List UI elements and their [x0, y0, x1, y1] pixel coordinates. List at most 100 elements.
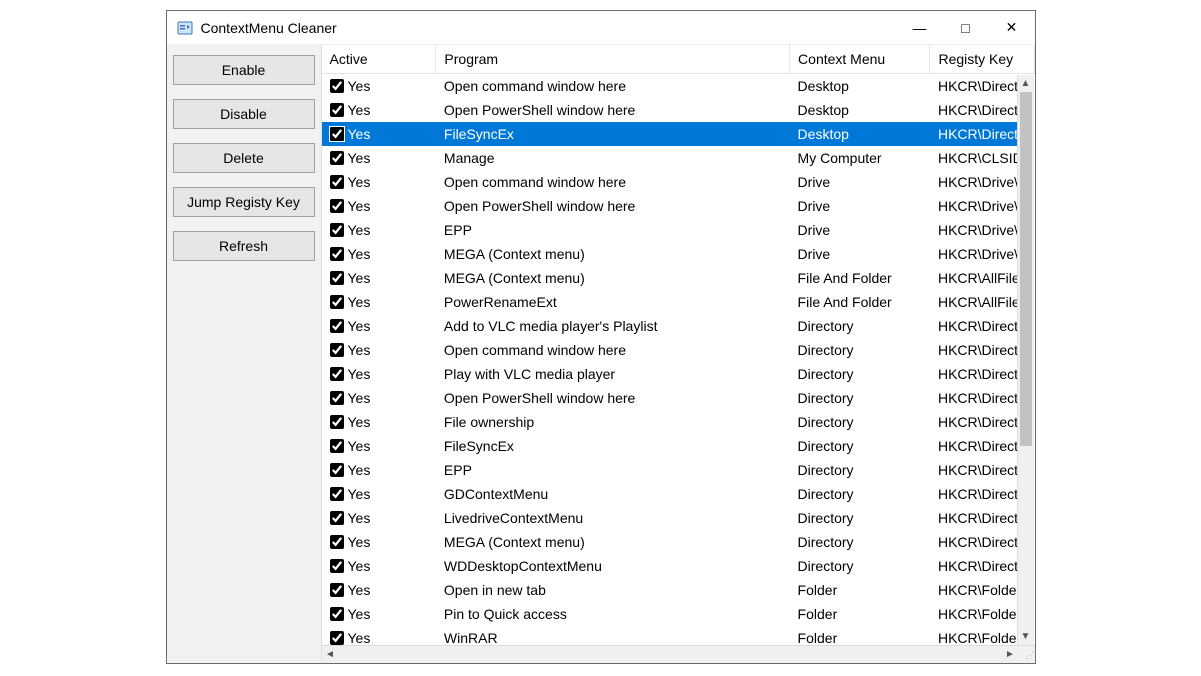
table-row[interactable]: YesOpen in new tabFolderHKCR\Folder [322, 578, 1035, 602]
cell-program: LivedriveContextMenu [436, 506, 790, 530]
table-row[interactable]: YesMEGA (Context menu)File And FolderHKC… [322, 266, 1035, 290]
table-row[interactable]: YesPowerRenameExtFile And FolderHKCR\All… [322, 290, 1035, 314]
table-row[interactable]: YesOpen command window hereDriveHKCR\Dri… [322, 170, 1035, 194]
cell-context: File And Folder [790, 266, 930, 290]
table-row[interactable]: YesLivedriveContextMenuDirectoryHKCR\Dir… [322, 506, 1035, 530]
active-value: Yes [348, 99, 371, 121]
cell-program: Manage [436, 146, 790, 170]
delete-button[interactable]: Delete [173, 143, 315, 173]
row-checkbox[interactable] [330, 127, 344, 141]
row-checkbox[interactable] [330, 367, 344, 381]
cell-program: FileSyncEx [436, 122, 790, 146]
table-row[interactable]: YesEPPDirectoryHKCR\Directo [322, 458, 1035, 482]
row-checkbox[interactable] [330, 343, 344, 357]
minimize-button[interactable]: — [897, 11, 943, 45]
row-checkbox[interactable] [330, 583, 344, 597]
row-checkbox[interactable] [330, 79, 344, 93]
row-checkbox[interactable] [330, 319, 344, 333]
enable-button[interactable]: Enable [173, 55, 315, 85]
table-row[interactable]: YesAdd to VLC media player's PlaylistDir… [322, 314, 1035, 338]
titlebar[interactable]: ContextMenu Cleaner — □ ✕ [167, 11, 1035, 45]
disable-button[interactable]: Disable [173, 99, 315, 129]
cell-active: Yes [322, 458, 436, 482]
cell-program: WDDesktopContextMenu [436, 554, 790, 578]
scroll-left-icon[interactable]: ◄ [322, 646, 339, 663]
row-checkbox[interactable] [330, 487, 344, 501]
column-header-active[interactable]: Active [322, 45, 436, 74]
table-row[interactable]: YesOpen command window hereDesktopHKCR\D… [322, 74, 1035, 99]
cell-program: Open in new tab [436, 578, 790, 602]
cell-program: Play with VLC media player [436, 362, 790, 386]
row-checkbox[interactable] [330, 559, 344, 573]
cell-program: Add to VLC media player's Playlist [436, 314, 790, 338]
close-button[interactable]: ✕ [989, 11, 1035, 45]
table-row[interactable]: YesPlay with VLC media playerDirectoryHK… [322, 362, 1035, 386]
cell-program: FileSyncEx [436, 434, 790, 458]
refresh-button[interactable]: Refresh [173, 231, 315, 261]
horizontal-scrollbar[interactable]: ◄ ► ⋰ [322, 645, 1035, 663]
active-value: Yes [348, 603, 371, 625]
table-row[interactable]: Yes FileSyncExDesktopHKCR\Directo [322, 122, 1035, 146]
row-checkbox[interactable] [330, 439, 344, 453]
cell-active: Yes [322, 122, 436, 146]
row-checkbox[interactable] [330, 463, 344, 477]
column-header-program[interactable]: Program [436, 45, 790, 74]
cell-active: Yes [322, 314, 436, 338]
cell-context: Desktop [790, 122, 930, 146]
cell-program: EPP [436, 218, 790, 242]
cell-active: Yes [322, 554, 436, 578]
cell-context: Desktop [790, 74, 930, 99]
row-checkbox[interactable] [330, 103, 344, 117]
row-checkbox[interactable] [330, 271, 344, 285]
table-row[interactable]: YesEPPDriveHKCR\Drive\ [322, 218, 1035, 242]
table-row[interactable]: YesGDContextMenuDirectoryHKCR\Directo [322, 482, 1035, 506]
table-row[interactable]: YesMEGA (Context menu)DriveHKCR\Drive\ [322, 242, 1035, 266]
table-row[interactable]: YesPin to Quick accessFolderHKCR\Folder [322, 602, 1035, 626]
active-value: Yes [348, 339, 371, 361]
scroll-right-icon[interactable]: ► [1002, 646, 1019, 663]
cell-program: Pin to Quick access [436, 602, 790, 626]
row-checkbox[interactable] [330, 535, 344, 549]
column-header-context[interactable]: Context Menu [790, 45, 930, 74]
table-row[interactable]: YesOpen PowerShell window hereDesktopHKC… [322, 98, 1035, 122]
cell-active: Yes [322, 266, 436, 290]
table-row[interactable]: Yes FileSyncExDirectoryHKCR\Directo [322, 434, 1035, 458]
active-value: Yes [348, 75, 371, 97]
table-row[interactable]: YesManageMy ComputerHKCR\CLSID [322, 146, 1035, 170]
row-checkbox[interactable] [330, 247, 344, 261]
cell-program: MEGA (Context menu) [436, 242, 790, 266]
row-checkbox[interactable] [330, 511, 344, 525]
scroll-track-horizontal[interactable] [339, 646, 1002, 663]
cell-context: Directory [790, 410, 930, 434]
row-checkbox[interactable] [330, 631, 344, 645]
resize-grip-icon[interactable]: ⋰ [1019, 646, 1035, 663]
row-checkbox[interactable] [330, 391, 344, 405]
jump-registry-key-button[interactable]: Jump Registy Key [173, 187, 315, 217]
table-row[interactable]: YesOpen PowerShell window hereDriveHKCR\… [322, 194, 1035, 218]
scroll-track-vertical[interactable] [1018, 92, 1034, 628]
active-value: Yes [348, 171, 371, 193]
cell-active: Yes [322, 290, 436, 314]
column-header-regkey[interactable]: Registy Key [930, 45, 1034, 74]
cell-program: PowerRenameExt [436, 290, 790, 314]
row-checkbox[interactable] [330, 199, 344, 213]
scroll-thumb-vertical[interactable] [1020, 92, 1032, 446]
cell-context: Directory [790, 458, 930, 482]
vertical-scrollbar[interactable]: ▲ ▼ [1017, 75, 1034, 645]
cell-active: Yes [322, 338, 436, 362]
table-row[interactable]: YesWDDesktopContextMenuDirectoryHKCR\Dir… [322, 554, 1035, 578]
row-checkbox[interactable] [330, 175, 344, 189]
maximize-button[interactable]: □ [943, 11, 989, 45]
table-row[interactable]: YesOpen command window hereDirectoryHKCR… [322, 338, 1035, 362]
table-row[interactable]: YesMEGA (Context menu)DirectoryHKCR\Dire… [322, 530, 1035, 554]
row-checkbox[interactable] [330, 151, 344, 165]
active-value: Yes [348, 195, 371, 217]
row-checkbox[interactable] [330, 223, 344, 237]
table-row[interactable]: YesFile ownershipDirectoryHKCR\Directo [322, 410, 1035, 434]
table-row[interactable]: YesOpen PowerShell window hereDirectoryH… [322, 386, 1035, 410]
scroll-up-icon[interactable]: ▲ [1018, 75, 1034, 92]
row-checkbox[interactable] [330, 607, 344, 621]
scroll-down-icon[interactable]: ▼ [1018, 628, 1034, 645]
row-checkbox[interactable] [330, 415, 344, 429]
row-checkbox[interactable] [330, 295, 344, 309]
